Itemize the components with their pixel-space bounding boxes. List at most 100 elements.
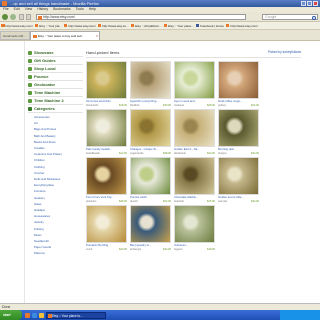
item-seller[interactable]: alicebrook [174,152,186,155]
bookmark-item[interactable]: Facebook | Home [195,22,224,29]
bookmark-item[interactable]: http://www.etsy.com/ [63,22,96,29]
item-card[interactable]: Golden and a Little... carmelo $34.00 [218,157,259,203]
item-card[interactable]: Changes - Unique St... sugarstudio $48.00 [130,109,171,155]
item-card[interactable]: Morning dew shoppe $32.00 [218,109,259,155]
status-bar: Done [0,303,320,310]
bullet-icon [28,82,32,87]
item-card[interactable]: Chocolate Marble... beachell $15.00 [174,157,215,203]
etsy-icon [225,23,230,28]
item-card[interactable]: From From Vent Tap... pinkeshe $45.00 [86,157,127,203]
etsy-icon [34,23,39,28]
item-thumbnail[interactable] [130,157,171,195]
item-seller[interactable]: beachell [174,200,184,203]
etsy-icon [130,23,135,28]
back-button[interactable] [2,14,8,20]
item-seller[interactable]: madrean [174,104,184,107]
sidebar-item-time-machine[interactable]: Time Machine [28,89,83,97]
item-thumbnail[interactable] [130,61,171,99]
item-card[interactable]: Unknown... hegeon $18.00 [174,205,215,251]
item-seller[interactable]: tanosh [130,200,138,203]
firefox-quicklaunch-icon[interactable] [25,312,30,318]
item-meta: alicebrook $24.00 [174,152,215,155]
item-seller[interactable]: pinkeshe [86,200,96,203]
item-seller[interactable]: carmelo [218,200,227,203]
reload-button[interactable] [19,14,24,20]
item-card[interactable]: Pumpkin Pie Ring vomb $40.00 [86,205,127,251]
item-card[interactable]: Pale Candy Gelatin... beardbeads $12.00 [86,109,127,155]
item-card[interactable]: Beryl jewelry st... ambergra $42.00 [130,205,171,251]
item-seller[interactable]: vomb [86,248,92,251]
search-input[interactable]: Google [262,14,318,20]
item-thumbnail[interactable] [86,61,127,99]
maximize-button[interactable] [307,1,312,6]
item-seller[interactable]: sugarstudio [130,152,143,155]
minimize-button[interactable] [301,1,306,6]
sidebar-item-label: Time Machine 2 [34,98,64,103]
bookmark-item[interactable]: http://www.etsy.com/ [225,22,258,29]
hand-picked-section: Hand-picked Items Picked by turkeyfollow… [86,49,301,251]
item-card[interactable]: Golden Earrin - Na... alicebrook $24.00 [174,109,215,155]
item-price: $22.00 [163,199,171,203]
item-seller[interactable]: pottery [218,104,226,107]
tab-etsy[interactable]: Etsy :: Your place to buy and sell... × [30,31,100,40]
picked-by-link[interactable]: Picked by turkeyfollows [268,50,301,54]
item-seller[interactable]: ambergra [130,248,141,251]
sidebar-item-geolocator[interactable]: Geolocator [28,81,83,89]
item-seller[interactable]: shoppe [218,152,227,155]
item-thumbnail[interactable] [218,109,259,147]
sidebar-item-time-machine-2[interactable]: Time Machine 2 [28,97,83,105]
item-thumbnail[interactable] [218,61,259,99]
item-thumbnail[interactable] [130,109,171,147]
item-thumbnail[interactable] [174,109,215,147]
close-tab-icon[interactable]: × [96,32,98,40]
bookmark-label: http://www.etsy.com/ [5,23,33,28]
folder-quicklaunch-icon[interactable] [39,312,44,318]
category-link[interactable]: Patterns [34,250,83,256]
home-button[interactable] [26,14,31,20]
address-bar[interactable]: http://www.etsy.com/ [36,14,246,20]
item-price: $45.00 [119,199,127,203]
tab-bar: Handmade Gift... Etsy :: Your place to b… [0,30,320,41]
bookmark-item[interactable]: Etsy :: All platform... [130,22,162,29]
sidebar-item-pounce[interactable]: Pounce [28,73,83,81]
window-titlebar: ...op and sell all things handmade - Moz… [0,0,320,7]
item-card[interactable]: Six bones and birds fossil-birds $18.00 [86,61,127,107]
item-card[interactable]: Gold coffee mugs... pottery $24.00 [218,61,259,107]
forward-button[interactable] [10,14,16,20]
bookmark-item[interactable]: Etsy :: Your pla... [34,22,62,29]
item-meta: tanosh $22.00 [130,200,171,203]
sidebar-item-categories[interactable]: Categories [28,105,83,113]
item-seller[interactable]: Reddick [130,104,139,107]
item-thumbnail[interactable] [86,157,127,195]
start-button[interactable]: start [0,310,22,320]
item-thumbnail[interactable] [174,205,215,243]
window-title: ...op and sell all things handmade - Moz… [10,1,99,6]
sidebar-item-gift-guides[interactable]: Gift Guides [28,57,83,65]
item-card[interactable]: Hyacinth Lovely Ring... Reddick $30.00 [130,61,171,107]
item-thumbnail[interactable] [174,61,215,99]
item-card[interactable]: Ayer in wool and... madrean $28.00 [174,61,215,107]
bookmark-label: http://www.etsy.co... [102,23,129,28]
sidebar-item-showcase[interactable]: Showcase [28,49,83,57]
bookmark-item[interactable]: http://www.etsy.com/ [1,22,33,29]
section-title: Hand-picked Items [86,50,120,55]
item-meta: beardbeads $12.00 [86,152,127,155]
ie-quicklaunch-icon[interactable] [32,312,37,318]
taskbar-window-button[interactable]: Etsy :: Your place to... [46,311,106,319]
bookmark-item[interactable]: Etsy :: Your place... [163,22,194,29]
item-seller[interactable]: beardbeads [86,152,100,155]
item-seller[interactable]: fossil-birds [86,104,98,107]
category-list: Accessories Art Bags And Purses Bath And Be… [28,113,83,257]
item-thumbnail[interactable] [130,205,171,243]
item-seller[interactable]: hegeon [174,248,183,251]
bookmark-item[interactable]: http://www.etsy.co... [97,22,129,29]
item-thumbnail[interactable] [86,109,127,147]
item-thumbnail[interactable] [86,205,127,243]
item-thumbnail[interactable] [218,157,259,195]
sidebar-item-shop-local[interactable]: Shop Local [28,65,83,73]
close-button[interactable] [313,1,318,6]
item-thumbnail[interactable] [174,157,215,195]
item-card[interactable]: Pumice catch tanosh $22.00 [130,157,171,203]
search-icon[interactable] [312,15,316,20]
tab-handmade[interactable]: Handmade Gift... [0,31,30,40]
